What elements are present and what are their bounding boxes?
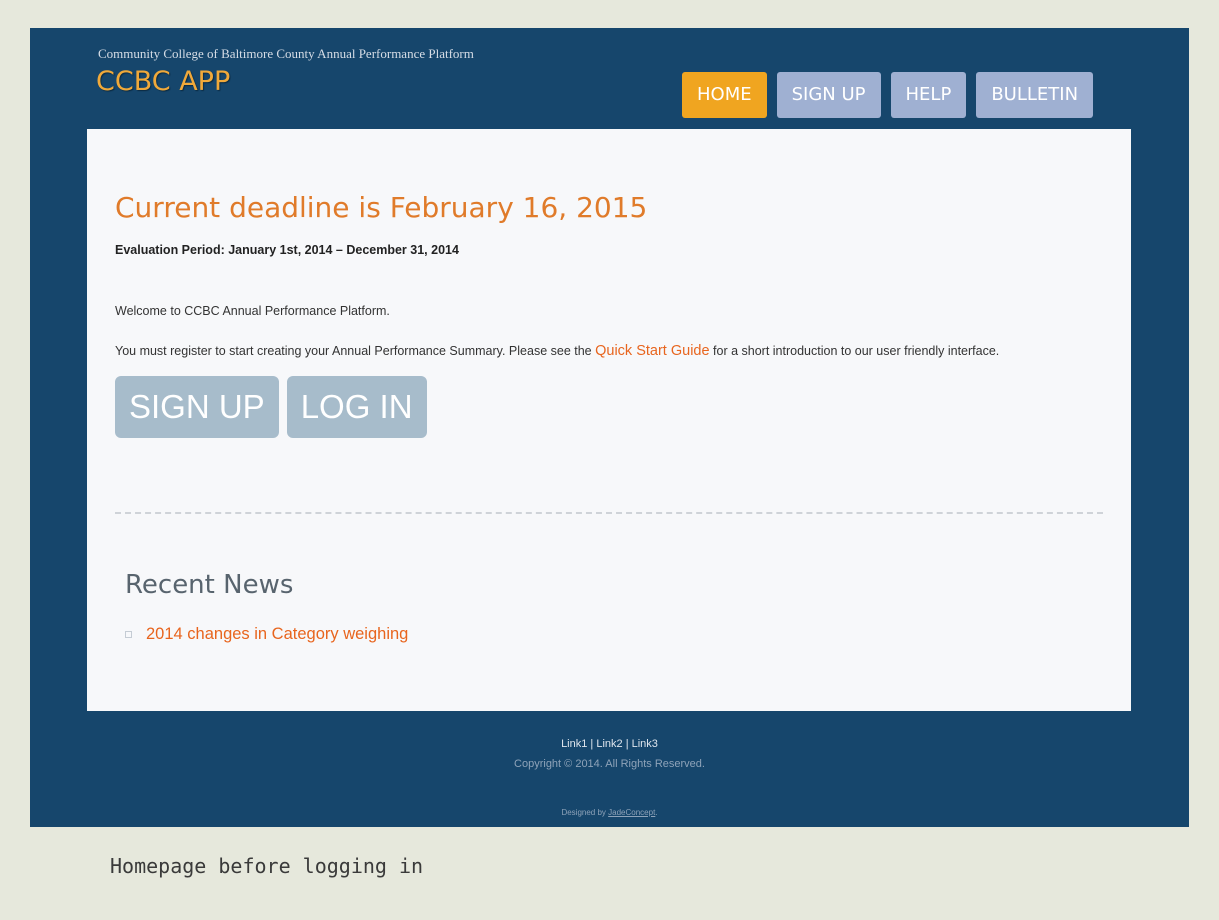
square-bullet-icon: [125, 631, 132, 638]
main-content: Current deadline is February 16, 2015 Ev…: [87, 129, 1131, 711]
site-frame: Community College of Baltimore County An…: [30, 28, 1189, 827]
welcome-text: Welcome to CCBC Annual Performance Platf…: [115, 304, 390, 318]
designed-by-prefix: Designed by: [561, 808, 609, 817]
nav-signup-button[interactable]: SIGN UP: [776, 72, 881, 118]
footer-separator: |: [587, 738, 597, 750]
news-list: 2014 changes in Category weighing: [125, 625, 408, 644]
register-text-before: You must register to start creating your…: [115, 344, 596, 358]
screenshot-caption: Homepage before logging in: [110, 854, 424, 878]
site-tagline: Community College of Baltimore County An…: [98, 46, 474, 61]
quick-start-guide-link[interactable]: Quick Start Guide: [595, 343, 709, 359]
footer-link-1[interactable]: Link1: [561, 738, 587, 750]
nav-bulletin-button[interactable]: BULLETIN: [976, 72, 1094, 118]
register-text-after: for a short introduction to our user fri…: [709, 344, 1000, 358]
news-link[interactable]: 2014 changes in Category weighing: [146, 625, 408, 644]
nav-home-button[interactable]: HOME: [682, 72, 767, 118]
footer-links: Link1 | Link2 | Link3: [30, 738, 1189, 750]
designed-by: Designed by JadeConcept.: [30, 808, 1189, 817]
footer-separator: |: [622, 738, 632, 750]
site-logo[interactable]: CCBC APP: [96, 66, 230, 97]
signup-button[interactable]: SIGN UP: [115, 376, 279, 438]
copyright-text: Copyright © 2014. All Rights Reserved.: [514, 758, 705, 770]
designer-link[interactable]: JadeConcept: [608, 808, 655, 817]
list-item: 2014 changes in Category weighing: [125, 625, 408, 644]
footer-link-2[interactable]: Link2: [596, 738, 622, 750]
evaluation-period: Evaluation Period: January 1st, 2014 – D…: [115, 243, 459, 257]
deadline-heading: Current deadline is February 16, 2015: [115, 191, 648, 224]
recent-news-title: Recent News: [125, 570, 294, 600]
login-button[interactable]: LOG IN: [286, 376, 427, 438]
designed-by-suffix: .: [655, 808, 658, 817]
register-instructions: You must register to start creating your…: [115, 343, 999, 359]
cta-buttons: SIGN UP LOG IN: [115, 376, 435, 438]
section-divider: [115, 512, 1103, 514]
footer-link-3[interactable]: Link3: [632, 738, 658, 750]
nav-help-button[interactable]: HELP: [890, 72, 967, 118]
main-nav: HOME SIGN UP HELP BULLETIN: [682, 72, 1103, 118]
